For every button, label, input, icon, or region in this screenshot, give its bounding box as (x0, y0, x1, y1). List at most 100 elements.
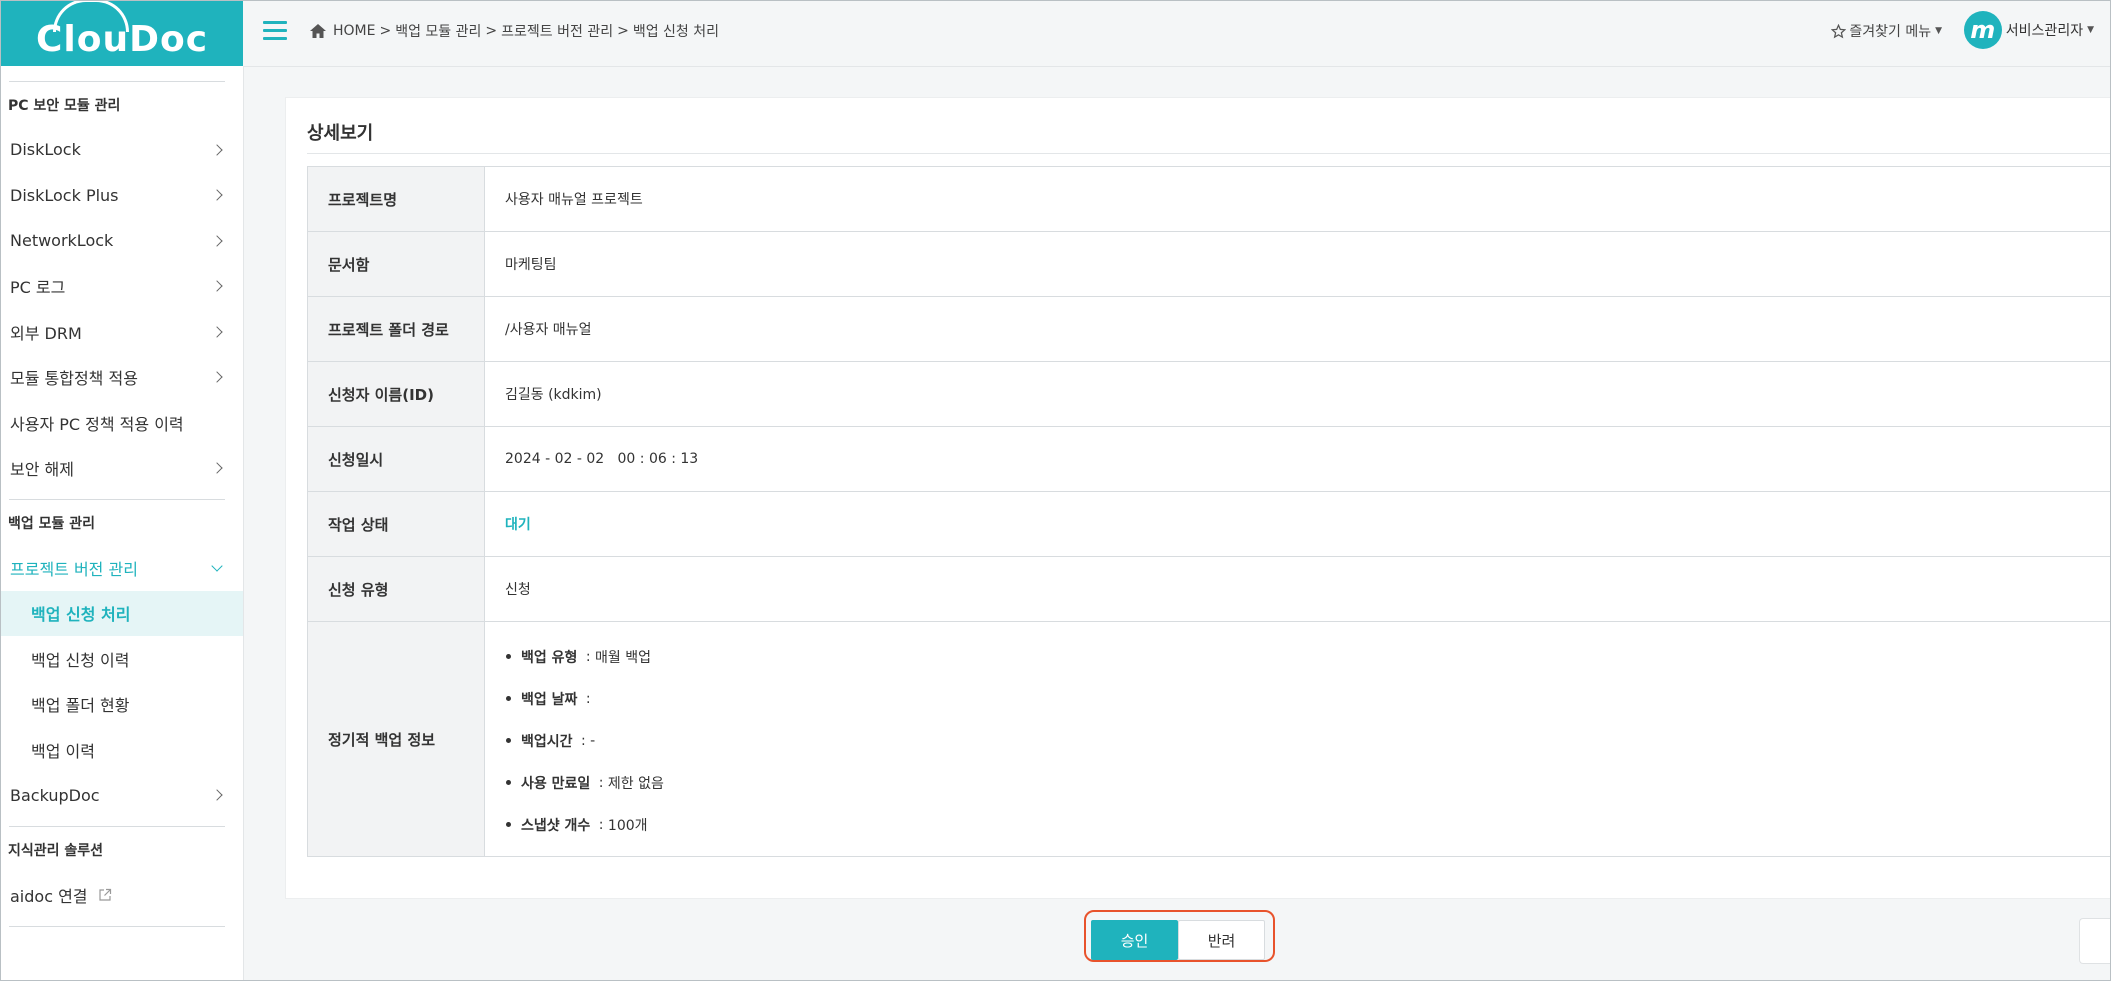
user-menu[interactable]: m 서비스관리자 ▼ (1963, 11, 2094, 49)
chevron-right-icon (211, 235, 223, 247)
chevron-down-icon (211, 560, 223, 572)
chevron-right-icon (211, 144, 223, 156)
reject-button[interactable]: 반려 (1178, 920, 1265, 960)
detail-panel: 상세보기 프로젝트명 사용자 매뉴얼 프로젝트 문서함 마케팅팀 프로젝트 폴더 경… (285, 97, 2111, 899)
star-icon (1831, 23, 1847, 38)
table-row: 신청 유형 신청 (307, 556, 2111, 622)
breadcrumb-project-version[interactable]: 프로젝트 버전 관리 (501, 21, 613, 41)
row-value: 김길동 (kdkim) (484, 361, 2111, 427)
backup-info-list: 백업 유형 : 매월 백업 백업 날짜 : 백업시간 : - 사용 만료일 : … (505, 622, 2111, 856)
scroll-top-button[interactable] (2079, 918, 2110, 964)
sidebar-item-project-version[interactable]: 프로젝트 버전 관리 (1, 545, 243, 591)
sidebar-item-networklock[interactable]: NetworkLock (1, 218, 243, 264)
sidebar-item-label: 외부 DRM (10, 323, 82, 343)
row-label: 신청 유형 (307, 556, 485, 622)
sidebar-section-backup: 백업 모듈 관리 (8, 515, 96, 532)
detail-table: 프로젝트명 사용자 매뉴얼 프로젝트 문서함 마케팅팀 프로젝트 폴더 경로/사용자… (307, 166, 2111, 857)
favorites-label: 즐겨찾기 메뉴 (1849, 24, 1932, 40)
table-row: 신청일시 2024 - 02 - 02 00 : 06 : 13 (307, 426, 2111, 492)
sidebar-divider (9, 925, 225, 927)
chevron-right-icon (211, 280, 223, 292)
page-title: 상세보기 (307, 123, 374, 144)
sidebar-item-label: DiskLock (10, 140, 81, 160)
sidebar-subitem-backup-request[interactable]: 백업 신청 처리 (1, 590, 243, 636)
sidebar-item-backupdoc[interactable]: BackupDoc (1, 773, 243, 819)
sidebar-item-label: DiskLock Plus (10, 185, 119, 205)
sidebar-item-label: 모듈 통합정책 적용 (10, 369, 138, 389)
row-label: 정기적 백업 정보 (307, 621, 485, 857)
sidebar-item-pc-log[interactable]: PC 로그 (1, 264, 243, 310)
info-key: 백업시간 (521, 734, 573, 750)
row-value: 마케팅팀 (484, 231, 2111, 297)
list-item: 백업 유형 : 매월 백업 (505, 636, 2111, 678)
user-avatar: m (1963, 11, 2002, 49)
sidebar-section-pc-security: PC 보안 모듈 관리 (8, 97, 121, 114)
sidebar-item-label: BackupDoc (10, 785, 100, 805)
row-value: /사용자 매뉴얼 (484, 296, 2111, 362)
external-link-icon (98, 888, 111, 901)
info-value: 100개 (607, 818, 648, 834)
chevron-right-icon (211, 371, 223, 383)
info-key: 백업 날짜 (521, 692, 578, 708)
info-key: 스냅샷 개수 (521, 818, 591, 834)
info-value: 제한 없음 (607, 776, 664, 792)
sidebar-item-external-drm[interactable]: 외부 DRM (1, 309, 243, 355)
info-key: 사용 만료일 (521, 776, 591, 792)
row-label: 작업 상태 (307, 491, 485, 557)
row-value: 사용자 매뉴얼 프로젝트 (484, 166, 2111, 232)
sidebar-item-label: 사용자 PC 정책 적용 이력 (10, 414, 184, 434)
sidebar-item-label: NetworkLock (10, 231, 114, 251)
sidebar-item-aidoc-link[interactable]: aidoc 연결 (1, 872, 243, 918)
sidebar-item-disklock[interactable]: DiskLock (1, 127, 243, 173)
favorites-menu[interactable]: 즐겨찾기 메뉴 ▼ (1831, 21, 1942, 41)
breadcrumb-backup-module[interactable]: 백업 모듈 관리 (395, 21, 481, 41)
list-item: 스냅샷 개수 : 100개 (505, 804, 2111, 846)
caret-down-icon: ▼ (1935, 26, 1942, 36)
menu-toggle-icon[interactable] (263, 21, 287, 41)
sidebar-item-label: PC 로그 (10, 278, 66, 298)
chevron-right-icon (211, 462, 223, 474)
table-row: 프로젝트 폴더 경로/사용자 매뉴얼 (307, 296, 2111, 362)
row-label: 신청일시 (307, 426, 485, 492)
breadcrumb-separator: > (379, 23, 392, 39)
breadcrumb-home[interactable]: HOME (333, 23, 375, 39)
breadcrumb: HOME > 백업 모듈 관리 > 프로젝트 버전 관리 > 백업 신청 처리 (309, 21, 719, 41)
sidebar-subitem-backup-folder-status[interactable]: 백업 폴더 현황 (1, 682, 243, 728)
breadcrumb-current: 백업 신청 처리 (632, 24, 720, 40)
sidebar-item-module-policy[interactable]: 모듈 통합정책 적용 (1, 355, 243, 401)
sidebar-item-user-pc-policy-history[interactable]: 사용자 PC 정책 적용 이력 (1, 400, 243, 446)
info-sep: : (576, 733, 591, 749)
info-value: - (590, 733, 596, 749)
sidebar-item-label: 프로젝트 버전 관리 (10, 559, 138, 579)
list-item: 사용 만료일 : 제한 없음 (505, 762, 2111, 804)
info-value: 매월 백업 (595, 650, 652, 666)
approve-button[interactable]: 승인 (1091, 920, 1178, 960)
breadcrumb-separator: > (485, 23, 498, 39)
home-icon[interactable] (309, 23, 327, 39)
table-row: 문서함 마케팅팀 (307, 231, 2111, 297)
sidebar-item-security-release[interactable]: 보안 해제 (1, 446, 243, 492)
logo[interactable]: ClouDoc (1, 0, 243, 66)
logo-text: ClouDoc (35, 19, 209, 60)
info-sep: : (581, 691, 591, 707)
row-label: 신청자 이름(ID) (307, 361, 485, 427)
sidebar-item-disklock-plus[interactable]: DiskLock Plus (1, 173, 243, 219)
row-label: 문서함 (307, 231, 485, 297)
info-sep: : (581, 649, 596, 665)
row-value: 2024 - 02 - 02 00 : 06 : 13 (484, 426, 2111, 492)
sidebar-subitem-backup-history[interactable]: 백업 이력 (1, 727, 243, 773)
info-sep: : (594, 817, 608, 833)
list-item: 백업 날짜 : (505, 678, 2111, 720)
table-row: 신청자 이름(ID) 김길동 (kdkim) (307, 361, 2111, 427)
sidebar-section-knowledge: 지식관리 솔루션 (8, 842, 104, 859)
sidebar-item-label: 보안 해제 (10, 460, 74, 480)
row-label: 프로젝트명 (307, 166, 485, 232)
table-row: 프로젝트명 사용자 매뉴얼 프로젝트 (307, 166, 2111, 232)
chevron-right-icon (211, 326, 223, 338)
chevron-right-icon (211, 189, 223, 201)
row-label: 프로젝트 폴더 경로 (307, 296, 485, 362)
action-buttons-highlight: 승인 반려 (1084, 910, 1275, 962)
sidebar-subitem-backup-request-history[interactable]: 백업 신청 이력 (1, 636, 243, 682)
top-header: HOME > 백업 모듈 관리 > 프로젝트 버전 관리 > 백업 신청 처리 … (243, 1, 2110, 67)
caret-down-icon: ▼ (2087, 25, 2094, 35)
